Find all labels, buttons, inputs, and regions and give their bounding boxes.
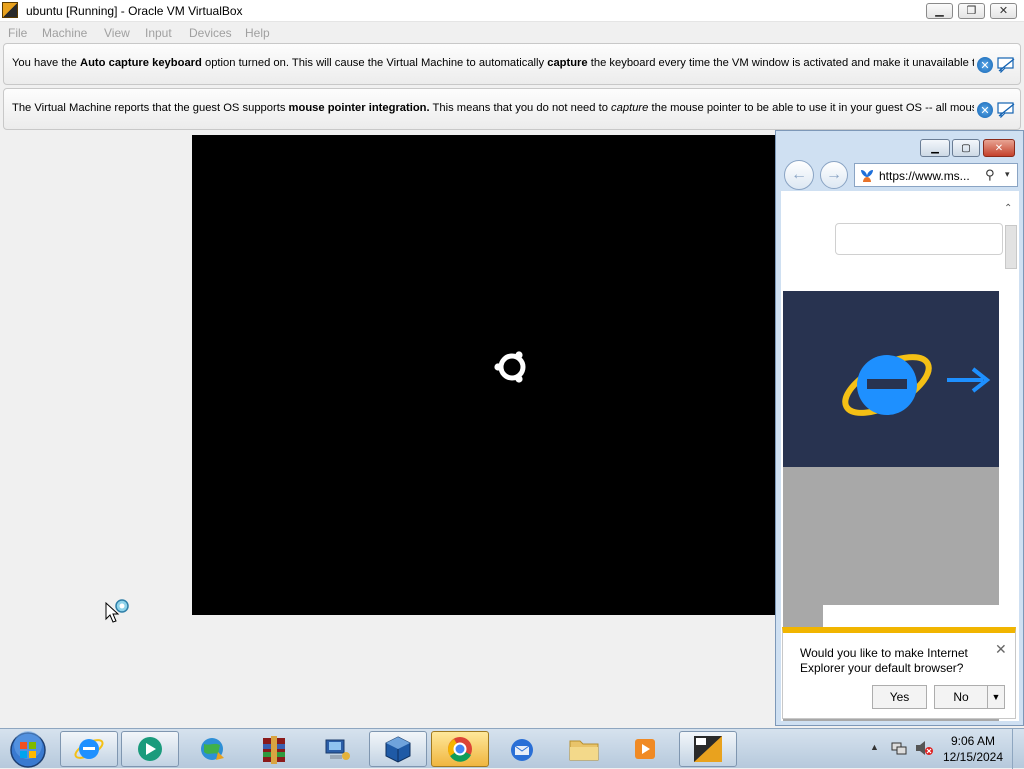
notice-bold-text: capture [547,57,588,69]
menu-machine[interactable]: Machine [42,26,87,40]
chevron-down-icon: ▼ [991,692,1001,702]
close-icon: ✕ [994,142,1004,154]
notice-bold-text: Auto capture keyboard [80,57,202,69]
dialog-message: Would you like to make Internet Explorer… [800,646,968,675]
restore-icon: ❐ [966,4,977,17]
chrome-icon [448,737,472,762]
taskbar-thunderbird[interactable] [493,731,551,767]
thunderbird-icon [511,739,533,761]
taskbar-file-explorer[interactable] [555,731,613,767]
ie-maximize-button[interactable]: ▢ [952,139,980,157]
window-title: ubuntu [Running] - Oracle VM VirtualBox [26,4,243,18]
mouse-integration-notice: The Virtual Machine reports that the gue… [3,88,1021,130]
close-button[interactable]: ✕ [990,3,1017,19]
minimize-icon: ▁ [931,142,939,154]
address-bar[interactable]: https://www.ms... ⚲ ▾ [854,163,1018,187]
virtualbox-vm-icon [694,736,722,762]
show-hidden-icons[interactable]: ▲ [870,742,879,752]
notice-text-part: This means that you do not need to [429,102,612,114]
back-arrow-icon: ← [791,166,807,183]
taskbar-winrar[interactable] [245,731,303,767]
vm-display[interactable] [192,135,776,615]
chevron-down-icon[interactable]: ▾ [1005,169,1010,180]
menu-input[interactable]: Input [145,26,172,40]
notice-text-part: the keyboard every time the VM window is… [587,57,974,69]
taskbar-globe-download[interactable] [183,731,241,767]
taskbar-virtualbox[interactable] [369,731,427,767]
yes-button[interactable]: Yes [872,685,927,709]
no-options-dropdown[interactable]: ▼ [987,685,1005,709]
notice-text-part: The Virtual Machine reports that the gue… [12,102,289,114]
notice-text-part: option turned on. This will cause the Vi… [201,57,548,69]
network-computer-icon [325,739,350,760]
ie-hero-banner [783,291,999,467]
menu-bar: File Machine View Input Devices Help [0,22,1024,42]
volume-muted-icon[interactable] [914,739,934,757]
taskbar-media-player[interactable] [121,731,179,767]
clock-time[interactable]: 9:06 AM [940,734,1006,748]
network-icon[interactable] [890,739,908,757]
site-favicon-icon [861,170,873,182]
taskbar-media-app[interactable] [617,731,675,767]
dialog-close-icon[interactable]: ✕ [995,641,1007,658]
winrar-icon [263,736,285,764]
back-button[interactable]: ← [784,160,814,190]
show-desktop-button[interactable] [1012,729,1024,769]
page-search-input[interactable] [835,223,1003,255]
media-app-icon [635,739,655,759]
menu-file[interactable]: File [8,26,27,40]
no-button[interactable]: No [934,685,988,709]
folder-icon [569,740,599,761]
keyboard-capture-notice: You have the Auto capture keyboard optio… [3,43,1021,85]
ie-close-button[interactable]: ✕ [983,139,1015,157]
internet-explorer-icon [74,739,104,759]
notice-close-button[interactable]: ✕ [977,102,993,118]
ubuntu-logo-icon [494,349,530,385]
arrow-right-icon [947,367,991,393]
forward-arrow-icon: → [826,166,842,183]
internet-explorer-logo-icon [842,354,932,416]
search-icon[interactable]: ⚲ [985,167,995,183]
menu-devices[interactable]: Devices [189,26,232,40]
taskbar-internet-explorer[interactable] [60,731,118,767]
notice-close-button[interactable]: ✕ [977,57,993,73]
taskbar-virtualbox-vm[interactable] [679,731,737,767]
url-text[interactable]: https://www.ms... [879,169,970,183]
notice-italic-text: capture [611,102,649,114]
close-icon: ✕ [998,4,1009,17]
taskbar: ▲ 9:06 AM 12/15/2024 [0,728,1024,769]
notice-bold-text: mouse pointer integration. [288,102,430,114]
notice-text-part: You have the [12,57,81,69]
globe-download-icon [201,738,224,760]
window-titlebar: ubuntu [Running] - Oracle VM VirtualBox … [0,0,1024,22]
taskbar-network-computer[interactable] [307,731,365,767]
notice-text: The Virtual Machine reports that the gue… [12,102,974,114]
scroll-up-icon[interactable]: ⌃ [1004,203,1012,214]
notice-text-part: the mouse pointer to be able to use it i… [648,102,974,114]
taskbar-chrome[interactable] [431,731,489,767]
busy-cursor-icon [105,599,129,623]
page-scrollbar[interactable]: ⌃ [1001,201,1019,271]
minimize-icon: ▁ [935,4,944,17]
clock-date[interactable]: 12/15/2024 [940,750,1006,764]
default-browser-dialog: Would you like to make Internet Explorer… [782,627,1016,719]
minimize-button[interactable]: ▁ [926,3,953,19]
start-button[interactable] [4,731,50,769]
menu-view[interactable]: View [104,26,130,40]
notice-text: You have the Auto capture keyboard optio… [12,57,974,69]
close-icon: ✕ [980,59,990,72]
menu-help[interactable]: Help [245,26,270,40]
ie-minimize-button[interactable]: ▁ [920,139,950,157]
virtualbox-app-icon [2,2,18,18]
do-not-show-again-icon[interactable] [997,102,1015,118]
close-icon: ✕ [980,104,990,117]
scroll-thumb[interactable] [1005,225,1017,269]
restore-button[interactable]: ❐ [958,3,985,19]
forward-button[interactable]: → [820,161,848,189]
maximize-icon: ▢ [961,142,971,154]
media-player-icon [138,737,162,761]
virtualbox-icon [385,736,411,763]
do-not-show-again-icon[interactable] [997,57,1015,73]
